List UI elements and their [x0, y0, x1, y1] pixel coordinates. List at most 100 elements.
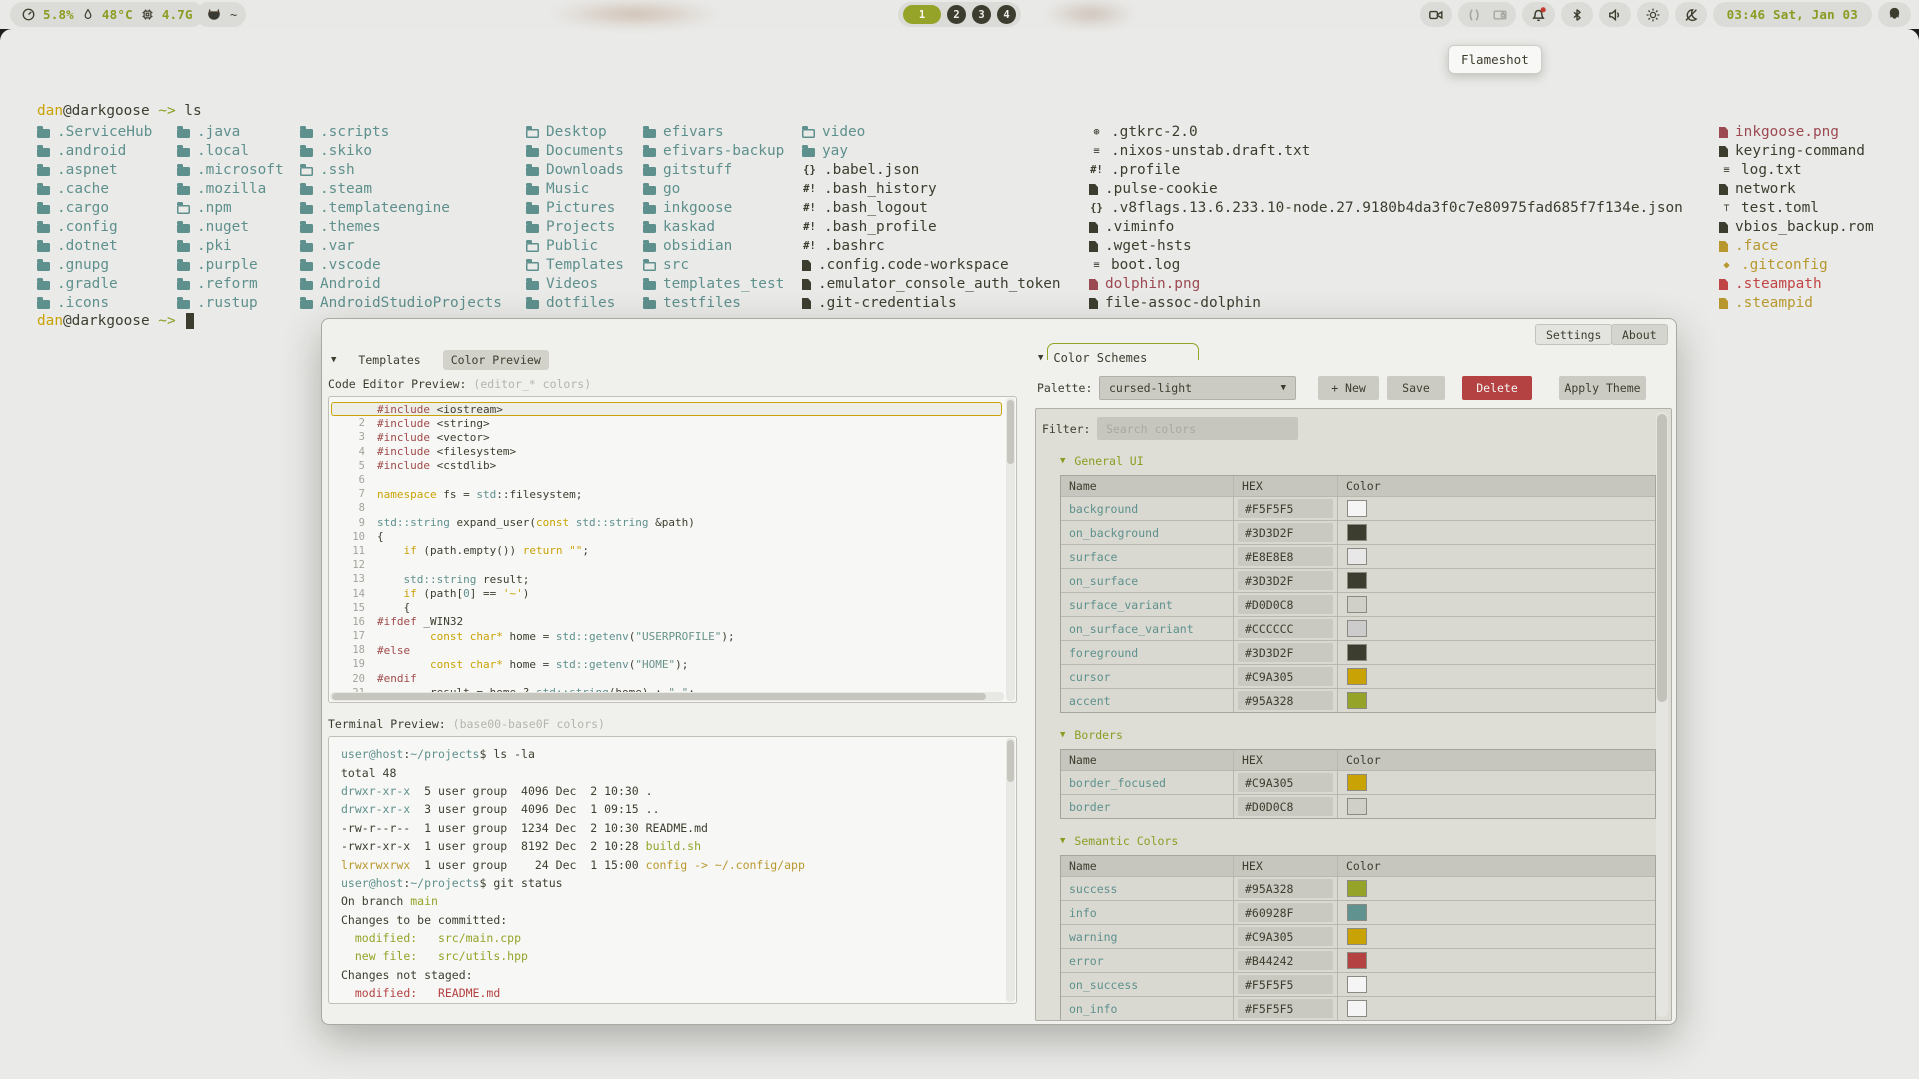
- color-swatch[interactable]: [1347, 668, 1367, 685]
- collapse-icon[interactable]: ▼: [1060, 730, 1065, 740]
- hex-value[interactable]: #D0D0C8: [1238, 595, 1333, 614]
- notifications-button[interactable]: [1522, 2, 1555, 27]
- hex-value[interactable]: #C9A305: [1238, 927, 1333, 946]
- color-swatch[interactable]: [1347, 1000, 1367, 1017]
- apply-theme-label: Apply Theme: [1564, 381, 1640, 395]
- system-stats-widget[interactable]: 5.8% 48°C 4.7G: [10, 2, 204, 27]
- color-swatch[interactable]: [1347, 904, 1367, 921]
- shell-prompt[interactable]: dan@darkgoose ~>: [37, 313, 194, 329]
- scrollbar-thumb[interactable]: [1007, 740, 1014, 782]
- terminal-line: On branch main: [341, 892, 1002, 910]
- hex-value[interactable]: #F5F5F5: [1238, 999, 1333, 1018]
- prompt-command: ls: [184, 103, 201, 119]
- workspace-4[interactable]: 4: [997, 5, 1016, 24]
- code-line: 15 {: [331, 601, 1002, 615]
- apply-theme-button[interactable]: Apply Theme: [1559, 376, 1646, 400]
- file-name: .ssh: [320, 161, 355, 180]
- night-light-button[interactable]: [1675, 2, 1707, 27]
- save-button[interactable]: Save: [1387, 376, 1445, 400]
- hex-value[interactable]: #3D3D2F: [1238, 523, 1333, 542]
- color-swatch[interactable]: [1347, 620, 1367, 637]
- collapse-icon[interactable]: ▼: [1038, 353, 1043, 363]
- color-swatch[interactable]: [1347, 596, 1367, 613]
- screen-record-button[interactable]: [1420, 2, 1452, 27]
- about-button[interactable]: About: [1611, 324, 1668, 345]
- workspace-3[interactable]: 3: [972, 5, 991, 24]
- scrollbar-thumb[interactable]: [1007, 400, 1014, 464]
- settings-button[interactable]: Settings: [1535, 324, 1612, 345]
- brightness-button[interactable]: [1637, 2, 1669, 27]
- color-swatch[interactable]: [1347, 774, 1367, 791]
- scrollbar-thumb[interactable]: [332, 693, 986, 700]
- color-swatch[interactable]: [1347, 798, 1367, 815]
- file-name: vbios_backup.rom: [1735, 218, 1874, 237]
- color-swatch[interactable]: [1347, 880, 1367, 897]
- hex-value[interactable]: #E8E8E8: [1238, 547, 1333, 566]
- hex-value[interactable]: #95A328: [1238, 879, 1333, 898]
- file-entry: .nuget: [177, 218, 284, 237]
- terminal-launcher[interactable]: ~: [196, 2, 246, 27]
- color-row: warning#C9A305: [1061, 924, 1655, 948]
- file-name: .templateengine: [320, 199, 450, 218]
- hex-value[interactable]: #C9A305: [1238, 773, 1333, 792]
- collapse-icon[interactable]: ▼: [1060, 836, 1065, 846]
- terminal-vertical-scrollbar[interactable]: [1006, 738, 1015, 1002]
- volume-button[interactable]: [1599, 2, 1631, 27]
- filter-input[interactable]: [1097, 417, 1298, 440]
- file-entry: {}.babel.json: [802, 161, 1061, 180]
- tab-templates[interactable]: Templates: [350, 350, 428, 370]
- file-entry: #!.bashrc: [802, 237, 1061, 256]
- color-swatch[interactable]: [1347, 500, 1367, 517]
- code-vertical-scrollbar[interactable]: [1006, 398, 1015, 701]
- bluetooth-button[interactable]: [1561, 2, 1593, 27]
- collapse-icon[interactable]: ▼: [1060, 456, 1065, 466]
- workspace-1[interactable]: 1: [903, 5, 941, 24]
- folder-icon: [300, 129, 313, 138]
- code-line: 14 if (path[0] == '~'): [331, 586, 1002, 600]
- file-icon: [1719, 241, 1728, 252]
- code-line: 20#endif: [331, 672, 1002, 686]
- video-camera-icon: [1428, 7, 1444, 23]
- flameshot-tray-button[interactable]: [1878, 2, 1911, 27]
- color-swatch[interactable]: [1347, 644, 1367, 661]
- preview-tab-bar: ▼ Templates Color Preview: [328, 350, 549, 370]
- file-entry: AndroidStudioProjects: [300, 294, 502, 313]
- color-name: background: [1061, 497, 1233, 520]
- color-row: border#D0D0C8: [1061, 794, 1655, 818]
- code-horizontal-scrollbar[interactable]: [330, 692, 1004, 701]
- hex-cell: #95A328: [1233, 877, 1337, 900]
- color-swatch[interactable]: [1347, 692, 1367, 709]
- hex-value[interactable]: #95A328: [1238, 691, 1333, 710]
- delete-button[interactable]: Delete: [1462, 376, 1532, 400]
- color-swatch[interactable]: [1347, 572, 1367, 589]
- hex-value[interactable]: #3D3D2F: [1238, 643, 1333, 662]
- color-swatch[interactable]: [1347, 548, 1367, 565]
- color-swatch[interactable]: [1347, 524, 1367, 541]
- hex-value[interactable]: #C9A305: [1238, 667, 1333, 686]
- tooltip-text: Flameshot: [1461, 52, 1529, 67]
- hex-value[interactable]: #60928F: [1238, 903, 1333, 922]
- line-number: 8: [331, 502, 377, 514]
- hex-value[interactable]: #D0D0C8: [1238, 797, 1333, 816]
- new-palette-button[interactable]: + New: [1318, 376, 1379, 400]
- scrollbar-thumb[interactable]: [1657, 414, 1667, 702]
- color-swatch[interactable]: [1347, 952, 1367, 969]
- hex-value[interactable]: #CCCCCC: [1238, 619, 1333, 638]
- schemes-scrollbar[interactable]: [1656, 412, 1668, 1017]
- hex-value[interactable]: #3D3D2F: [1238, 571, 1333, 590]
- hex-value[interactable]: #F5F5F5: [1238, 975, 1333, 994]
- file-entry: .skiko: [300, 142, 502, 161]
- terminal-line: Changes not staged:: [341, 966, 1002, 984]
- color-swatch[interactable]: [1347, 976, 1367, 993]
- tab-color-preview[interactable]: Color Preview: [443, 350, 549, 370]
- folder-icon: [526, 300, 539, 309]
- workspace-2[interactable]: 2: [947, 5, 966, 24]
- inactive-capture-widget[interactable]: [1458, 2, 1516, 27]
- color-swatch[interactable]: [1347, 928, 1367, 945]
- clock-widget[interactable]: 03:46 Sat, Jan 03: [1713, 2, 1872, 27]
- palette-dropdown[interactable]: cursed-light ▼: [1099, 376, 1296, 400]
- hex-value[interactable]: #F5F5F5: [1238, 499, 1333, 518]
- line-number: 20: [331, 673, 377, 685]
- hex-value[interactable]: #B44242: [1238, 951, 1333, 970]
- collapse-icon[interactable]: ▼: [331, 355, 336, 365]
